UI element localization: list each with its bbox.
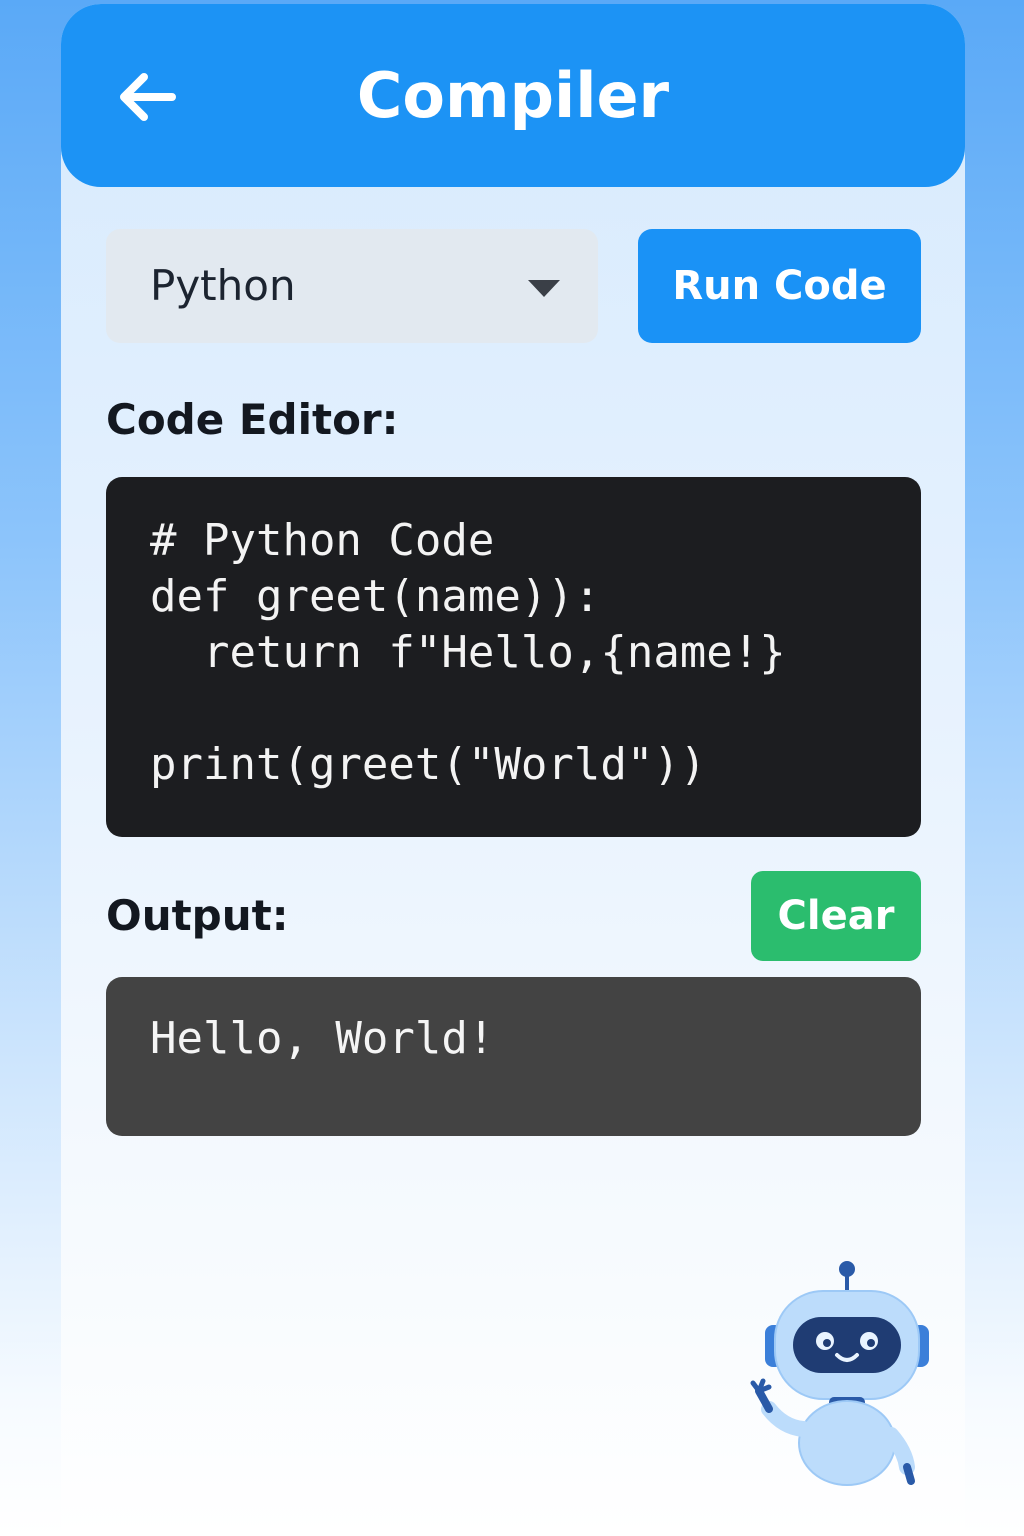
app-screen: Compiler Python Run Code Code Editor: # … <box>61 4 965 1536</box>
code-editor[interactable]: # Python Code def greet(name)): return f… <box>106 477 921 837</box>
clear-button[interactable]: Clear <box>751 871 921 961</box>
code-editor-label: Code Editor: <box>106 395 399 444</box>
code-line: def greet(name)): <box>150 571 601 622</box>
caret-down-icon <box>528 280 560 297</box>
robot-mascot <box>750 1261 929 1486</box>
code-line: return f"Hello,{name!} <box>150 627 786 678</box>
output-panel: Hello, World! <box>106 977 921 1136</box>
language-select-value: Python <box>150 261 296 310</box>
code-line: # Python Code <box>150 515 495 566</box>
code-line: print(greet("World")) <box>150 739 707 790</box>
output-label: Output: <box>106 891 289 940</box>
page-title: Compiler <box>356 59 670 132</box>
app-header: Compiler <box>61 4 965 187</box>
output-text: Hello, World! <box>150 1013 495 1064</box>
language-select[interactable]: Python <box>106 229 598 343</box>
run-code-button[interactable]: Run Code <box>638 229 921 343</box>
